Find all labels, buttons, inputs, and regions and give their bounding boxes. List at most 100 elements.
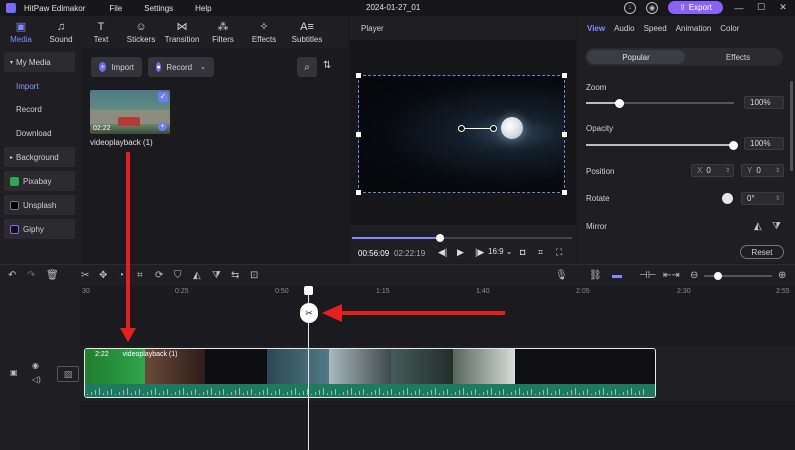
export-button[interactable]: ⇪ Export [668, 1, 723, 14]
record-button[interactable]: ● Record ⌄ [148, 57, 214, 77]
link-icon[interactable]: ⛓ [589, 270, 602, 281]
sidebar-item-my-media[interactable]: ▾ My Media [4, 52, 75, 72]
redo-icon[interactable]: ↷ [27, 270, 35, 281]
align-icon[interactable]: ⊣⊢ [639, 270, 656, 281]
play-icon[interactable]: ▶ [457, 247, 464, 258]
stepper-icon[interactable]: ⇕ [775, 167, 780, 174]
sidebar-item-pixabay[interactable]: Pixabay [4, 171, 75, 191]
opacity-slider-knob[interactable] [729, 141, 738, 150]
position-y-field[interactable]: Y 0 ⇕ [741, 164, 784, 177]
microphone-icon[interactable]: 🎙 [555, 270, 568, 281]
freeze-icon[interactable]: ⧩ [212, 270, 221, 281]
camera-icon[interactable]: ◘ [520, 247, 525, 257]
track-cover-thumbnail[interactable]: ▨ [57, 366, 79, 382]
tab-media[interactable]: ▣ Media [0, 16, 42, 48]
playhead-handle[interactable] [304, 286, 313, 295]
zoom-value-field[interactable]: 100% [744, 96, 784, 109]
split-icon[interactable]: ✂ [81, 270, 89, 281]
resize-handle[interactable] [562, 190, 567, 195]
fit-icon[interactable]: ⇤⇥ [663, 270, 680, 281]
timeline-ruler[interactable]: 30 0:25 0:50 1:15 1:40 2:05 2:30 2:55 [80, 286, 795, 300]
tab-transition[interactable]: ⋈ Transition [160, 16, 204, 48]
resize-handle[interactable] [356, 132, 361, 137]
download-icon[interactable]: ↓ [624, 1, 636, 14]
rotation-handle[interactable] [490, 125, 497, 132]
resize-handle[interactable] [562, 73, 567, 78]
tab-color[interactable]: Color [720, 24, 739, 33]
zoom-slider-knob[interactable] [614, 99, 624, 108]
tab-effects[interactable]: ✧ Effects [242, 16, 286, 48]
properties-scrollbar[interactable] [790, 81, 793, 171]
import-button[interactable]: + Import [91, 57, 142, 77]
search-icon[interactable]: ⌕ [297, 57, 317, 77]
rotate-icon[interactable]: ⟳ [155, 270, 163, 281]
step-back-icon[interactable]: ◀| [438, 247, 447, 258]
maximize-icon[interactable]: ☐ [755, 2, 767, 13]
reverse-icon[interactable]: ⇆ [231, 270, 239, 281]
text-to-speech-icon[interactable]: ⊡ [250, 270, 258, 281]
minimize-icon[interactable]: — [733, 3, 745, 13]
fullscreen-icon[interactable]: ⛶ [556, 247, 562, 258]
undo-icon[interactable]: ↶ [8, 270, 16, 281]
tab-text[interactable]: T Text [80, 16, 122, 48]
zoom-in-icon[interactable]: ⊕ [778, 270, 786, 281]
sidebar-item-download[interactable]: Download [4, 123, 75, 143]
progress-knob[interactable] [436, 234, 444, 242]
rotate-dial[interactable] [722, 193, 733, 204]
sidebar-item-record[interactable]: Record [4, 99, 75, 119]
media-thumbnail[interactable]: ✓ + 02:22 [90, 90, 170, 134]
tab-audio[interactable]: Audio [614, 24, 634, 33]
stepper-icon[interactable]: ⇕ [725, 167, 730, 174]
flip-vertical-icon[interactable]: ⧩ [772, 221, 781, 232]
sidebar-item-unsplash[interactable]: Unsplash [4, 195, 75, 215]
effects-tab[interactable]: Effects [693, 50, 783, 64]
split-scissors-icon[interactable]: ✂ [300, 303, 318, 323]
resize-handle[interactable] [562, 132, 567, 137]
popular-tab[interactable]: Popular [587, 50, 685, 64]
rotate-value-field[interactable]: 0° ⇕ [741, 192, 784, 205]
menu-settings[interactable]: Settings [144, 4, 173, 13]
menu-file[interactable]: File [109, 4, 122, 13]
tab-sound[interactable]: ♫ Sound [42, 16, 80, 48]
crop-icon[interactable]: ⌗ [538, 247, 543, 258]
sidebar-item-import[interactable]: Import [4, 76, 75, 96]
rotation-handle-center[interactable] [458, 125, 465, 132]
position-x-field[interactable]: X 0 ⇕ [691, 164, 734, 177]
shield-icon[interactable]: ⛉ [174, 270, 182, 281]
speed-icon[interactable]: ◔ [118, 270, 124, 281]
step-forward-icon[interactable]: |▶ [475, 247, 484, 258]
resize-handle[interactable] [356, 190, 361, 195]
account-icon[interactable]: ◉ [646, 1, 658, 14]
tab-filters[interactable]: ⁂ Filters [204, 16, 242, 48]
tab-animation[interactable]: Animation [676, 24, 712, 33]
tab-stickers[interactable]: ☺ Stickers [122, 16, 160, 48]
timeline-zoom-slider[interactable] [704, 272, 772, 280]
zoom-slider[interactable] [586, 99, 734, 108]
sidebar-item-giphy[interactable]: Giphy [4, 219, 75, 239]
mirror-tool-icon[interactable]: ◭ [193, 270, 201, 281]
eye-icon[interactable]: ◉ [32, 361, 39, 370]
stepper-icon[interactable]: ⇕ [775, 195, 780, 202]
timeline-zoom-knob[interactable] [714, 272, 722, 280]
flip-horizontal-icon[interactable]: ◭ [754, 221, 762, 232]
opacity-slider[interactable] [586, 141, 738, 150]
zoom-out-icon[interactable]: ⊖ [690, 270, 698, 281]
snap-icon[interactable]: ▬ [612, 270, 622, 281]
delete-icon[interactable]: 🗑 [46, 270, 59, 281]
aspect-ratio-select[interactable]: 16:9 ⌄ [488, 247, 513, 256]
timeline-clip[interactable]: 2:22 videoplayback (1) [84, 348, 656, 398]
sidebar-item-background[interactable]: ▸ Background [4, 147, 75, 167]
volume-icon[interactable]: ◁) [32, 375, 41, 384]
reset-button[interactable]: Reset [740, 245, 784, 259]
resize-handle[interactable] [356, 73, 361, 78]
video-preview[interactable] [356, 73, 567, 195]
sort-icon[interactable]: ⇅ [323, 60, 331, 71]
close-icon[interactable]: ✕ [777, 2, 789, 13]
menu-help[interactable]: Help [195, 4, 211, 13]
tab-speed[interactable]: Speed [644, 24, 667, 33]
checkbox-icon[interactable]: ✓ [158, 92, 168, 102]
crop-tool-icon[interactable]: ⌗ [137, 270, 143, 281]
playback-progress[interactable] [352, 234, 572, 242]
move-icon[interactable]: ✥ [99, 270, 107, 281]
tab-subtitles[interactable]: A≡ Subtitles [286, 16, 328, 48]
